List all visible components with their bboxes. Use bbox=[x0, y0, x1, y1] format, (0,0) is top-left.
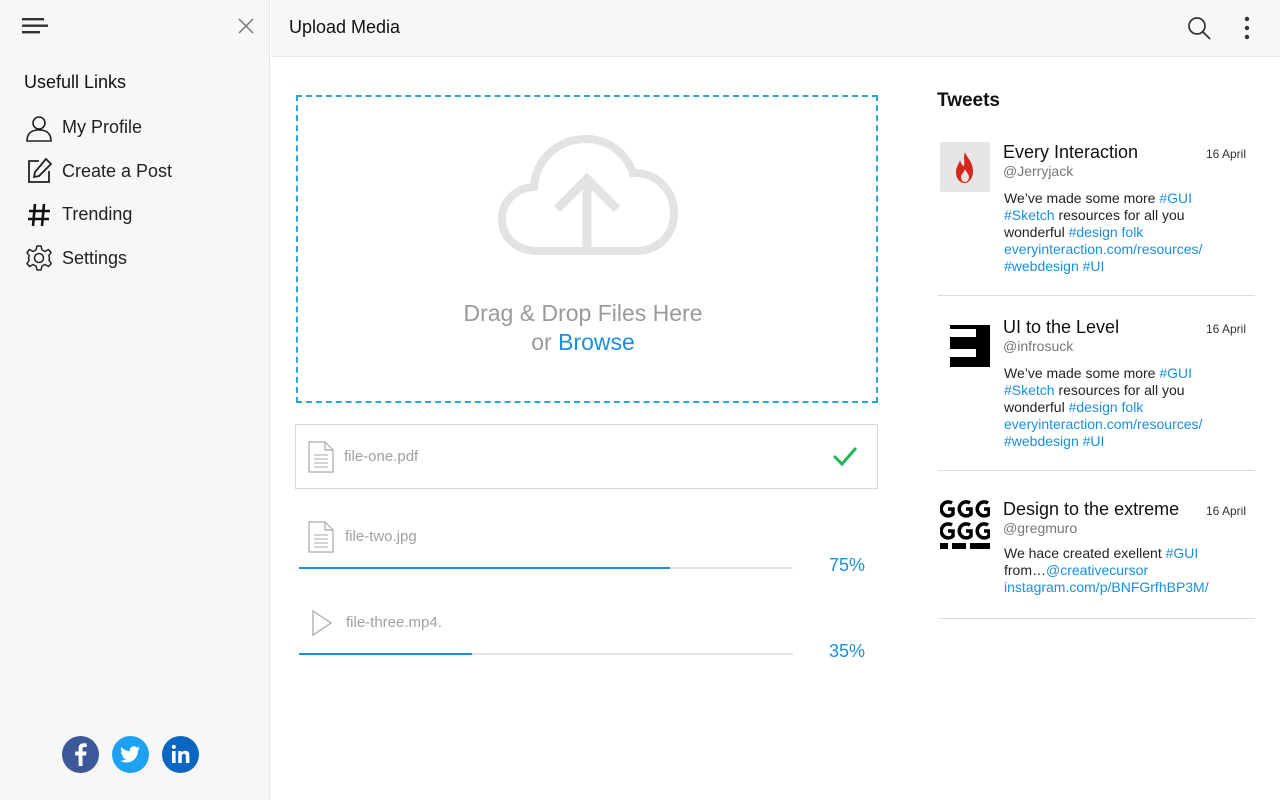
tweet-text: from… bbox=[1004, 562, 1046, 578]
sidebar: Usefull Links My Profile Create a Post T… bbox=[0, 0, 270, 800]
flame-avatar-icon bbox=[940, 142, 990, 192]
tweet-body: We’ve made some more #GUI #Sketch resour… bbox=[1004, 190, 1214, 275]
dropzone-browse-line: or Browse bbox=[298, 328, 868, 357]
social-links bbox=[62, 736, 199, 773]
tweet-handle: @gregmuro bbox=[1003, 520, 1078, 536]
cloud-upload-icon bbox=[498, 134, 678, 255]
tweet-body: We’ve made some more #GUI #Sketch resour… bbox=[1004, 365, 1214, 450]
file-item-complete: file-one.pdf bbox=[295, 424, 878, 489]
tweet-link[interactable]: #design folk bbox=[1069, 399, 1144, 415]
tweet-text: We’ve made some more bbox=[1004, 365, 1160, 381]
gear-icon bbox=[24, 243, 54, 273]
search-icon[interactable] bbox=[1187, 16, 1211, 40]
tweet-text: We’ve made some more bbox=[1004, 190, 1160, 206]
tweet-link[interactable]: #Sketch bbox=[1004, 207, 1055, 223]
check-icon bbox=[832, 447, 858, 467]
tweet-link[interactable]: #webdesign bbox=[1004, 433, 1079, 449]
sidebar-top-bar bbox=[0, 0, 270, 56]
sidebar-item-settings[interactable]: Settings bbox=[24, 237, 254, 281]
sidebar-item-label: My Profile bbox=[62, 117, 143, 138]
tweet-link[interactable]: #UI bbox=[1083, 258, 1105, 274]
tweet-link[interactable]: #Sketch bbox=[1004, 382, 1055, 398]
top-header: Upload Media bbox=[271, 0, 1280, 57]
tweet-link[interactable]: #UI bbox=[1083, 433, 1105, 449]
upload-media-app: Usefull Links My Profile Create a Post T… bbox=[0, 0, 1280, 800]
document-icon bbox=[308, 521, 334, 553]
progress-fill bbox=[299, 653, 472, 655]
sidebar-nav: My Profile Create a Post Trending Settin… bbox=[24, 106, 254, 280]
user-icon bbox=[24, 113, 54, 143]
tweet-text: We hace created exellent bbox=[1004, 545, 1166, 561]
browse-link[interactable]: Browse bbox=[558, 329, 635, 355]
facebook-icon[interactable] bbox=[62, 736, 99, 773]
sidebar-item-label: Trending bbox=[62, 204, 133, 225]
tweet-card[interactable]: UI to the Level 16 April @infrosuck We’v… bbox=[938, 315, 1255, 471]
sidebar-item-label: Settings bbox=[62, 247, 128, 268]
edit-icon bbox=[24, 156, 54, 186]
progress-percent: 35% bbox=[829, 641, 866, 661]
file-name: file-one.pdf bbox=[344, 448, 419, 465]
hamburger-menu-icon[interactable] bbox=[22, 16, 50, 36]
more-vertical-icon[interactable] bbox=[1237, 16, 1257, 40]
document-icon bbox=[308, 441, 334, 473]
tweet-link[interactable]: instagram.com/p/BNFGrfhBP3M/ bbox=[1004, 579, 1209, 595]
tweet-link[interactable]: #GUI bbox=[1159, 190, 1192, 206]
tweet-link[interactable]: #GUI bbox=[1166, 545, 1199, 561]
tweet-handle: @infrosuck bbox=[1003, 338, 1074, 354]
upload-dropzone[interactable]: Drag & Drop Files Here or Browse bbox=[296, 95, 878, 403]
sidebar-item-create-post[interactable]: Create a Post bbox=[24, 150, 254, 194]
tweet-body: We hace created exellent #GUI from…@crea… bbox=[1004, 545, 1214, 596]
tweet-handle: @Jerryjack bbox=[1003, 163, 1074, 179]
sidebar-item-my-profile[interactable]: My Profile bbox=[24, 106, 254, 150]
sidebar-heading: Usefull Links bbox=[24, 72, 127, 92]
sidebar-item-label: Create a Post bbox=[62, 160, 173, 181]
dropzone-instructions: Drag & Drop Files Here or Browse bbox=[298, 299, 868, 357]
tweet-link[interactable]: everyinteraction.com/resources/ bbox=[1004, 416, 1202, 432]
tweet-link[interactable]: @creativecursor bbox=[1046, 562, 1148, 578]
tweet-link[interactable]: #design folk bbox=[1069, 224, 1144, 240]
tweets-heading: Tweets bbox=[937, 90, 1001, 111]
pattern-avatar-icon bbox=[940, 499, 990, 549]
tweet-date: 16 April bbox=[1205, 322, 1246, 336]
tweet-author-name: Design to the extreme bbox=[1003, 499, 1180, 519]
tweet-date: 16 April bbox=[1205, 147, 1246, 161]
tweet-author-name: Every Interaction bbox=[1003, 142, 1139, 162]
tweet-link[interactable]: #webdesign bbox=[1004, 258, 1079, 274]
progress-fill bbox=[299, 567, 670, 569]
dropzone-line: Drag & Drop Files Here bbox=[463, 300, 703, 326]
close-icon[interactable] bbox=[236, 16, 256, 36]
brand-logo-avatar-icon bbox=[940, 317, 990, 367]
tweet-card[interactable]: Every Interaction 16 April @Jerryjack We… bbox=[938, 140, 1255, 296]
linkedin-icon[interactable] bbox=[162, 736, 199, 773]
tweet-card[interactable]: Design to the extreme 16 April @gregmuro… bbox=[938, 497, 1255, 619]
tweet-date: 16 April bbox=[1205, 504, 1246, 518]
progress-bar bbox=[299, 567, 793, 569]
play-icon bbox=[312, 609, 333, 637]
progress-bar bbox=[299, 653, 793, 655]
tweet-author-name: UI to the Level bbox=[1003, 317, 1120, 337]
page-title: Upload Media bbox=[289, 17, 401, 37]
file-name: file-two.jpg bbox=[345, 528, 417, 545]
tweet-link[interactable]: #GUI bbox=[1159, 365, 1192, 381]
or-text: or bbox=[531, 329, 552, 355]
twitter-icon[interactable] bbox=[112, 736, 149, 773]
progress-percent: 75% bbox=[829, 555, 866, 575]
tweet-link[interactable]: everyinteraction.com/resources/ bbox=[1004, 241, 1202, 257]
file-name: file-three.mp4. bbox=[346, 614, 442, 631]
hashtag-icon bbox=[24, 200, 54, 230]
sidebar-item-trending[interactable]: Trending bbox=[24, 193, 254, 237]
